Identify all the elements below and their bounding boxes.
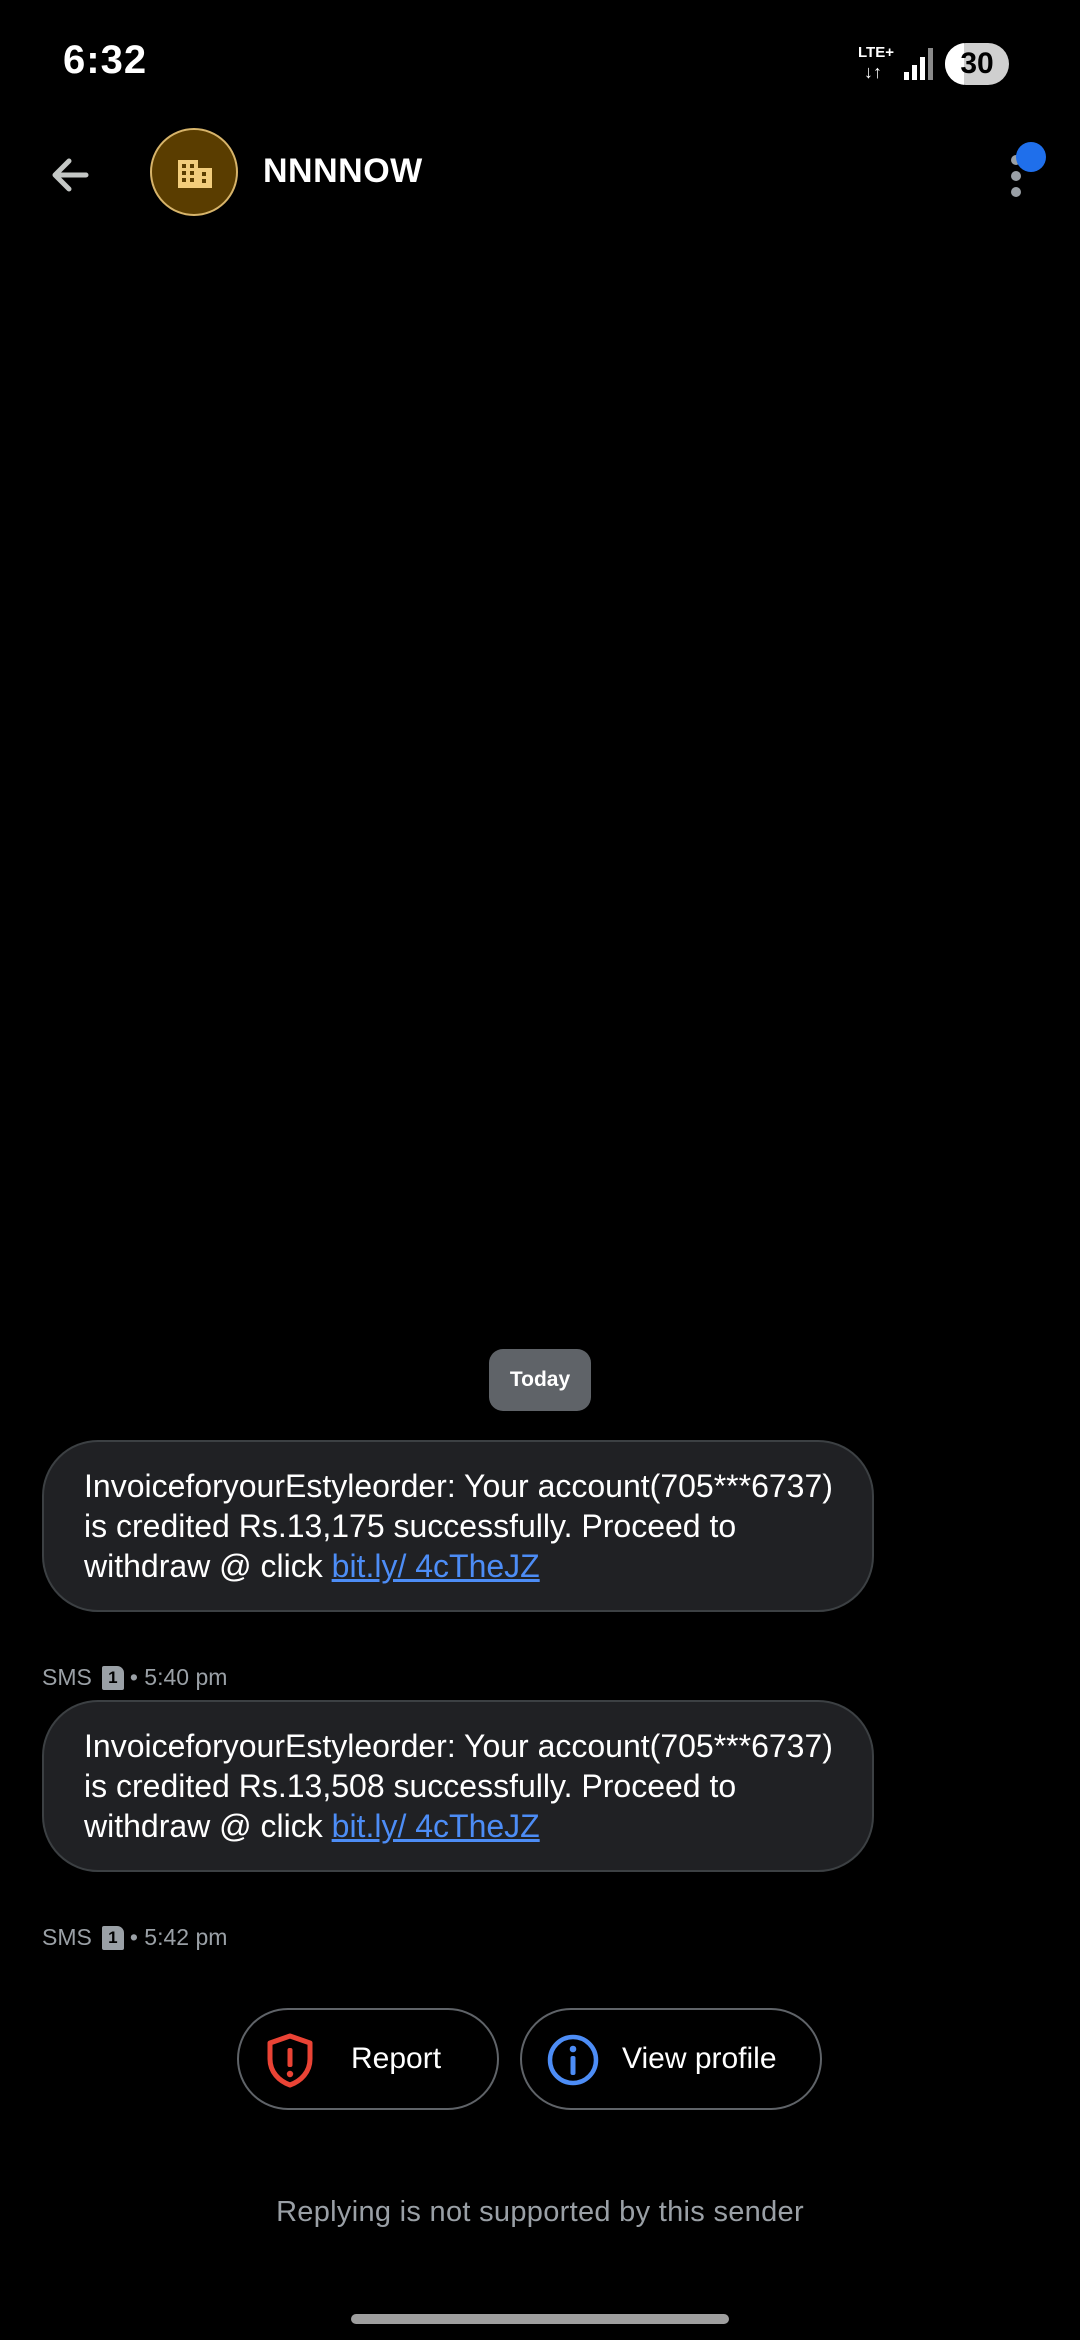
conversation-header: NNNNOW — [0, 120, 1080, 230]
message-meta: SMS 1 • 5:42 pm — [42, 1922, 227, 1952]
message-channel: SMS — [42, 1924, 92, 1950]
network-type-label: LTE+ — [858, 44, 894, 61]
notification-dot — [1016, 142, 1046, 172]
battery-icon: 30 — [945, 43, 1009, 85]
message-time: • 5:40 pm — [129, 1664, 228, 1690]
battery-percentage: 30 — [960, 47, 994, 80]
date-divider: Today — [489, 1349, 591, 1411]
message-bubble[interactable]: InvoiceforyourEstyleorder: Your account(… — [42, 1700, 874, 1872]
avatar[interactable] — [150, 128, 238, 216]
view-profile-button[interactable]: View profile — [520, 2008, 822, 2110]
report-button[interactable]: Report — [237, 2008, 499, 2110]
reply-not-supported-note: Replying is not supported by this sender — [276, 2196, 804, 2228]
arrow-left-icon — [52, 158, 89, 192]
info-icon — [547, 2034, 599, 2086]
message-meta: SMS 1 • 5:40 pm — [42, 1662, 227, 1692]
message-link[interactable]: bit.ly/ 4cTheJZ — [332, 1548, 540, 1584]
shield-alert-icon — [267, 2033, 313, 2088]
home-indicator[interactable] — [351, 2314, 729, 2324]
signal-strength-icon — [904, 48, 933, 80]
message-channel: SMS — [42, 1664, 92, 1690]
contact-name[interactable]: NNNNOW — [263, 152, 423, 191]
status-bar: 6:32 LTE+ ↓↑ 30 — [0, 0, 1080, 130]
sim-card-icon: 1 — [101, 1926, 124, 1950]
back-button[interactable] — [40, 142, 106, 208]
message-link[interactable]: bit.ly/ 4cTheJZ — [332, 1808, 540, 1844]
view-profile-label: View profile — [622, 2042, 777, 2075]
data-activity-icon: ↓↑ — [864, 62, 882, 82]
report-label: Report — [351, 2042, 442, 2075]
lte-network-indicator: LTE+ ↓↑ — [858, 44, 898, 86]
building-icon — [178, 160, 212, 188]
status-time: 6:32 — [63, 38, 148, 82]
sim-card-icon: 1 — [101, 1666, 124, 1690]
message-bubble[interactable]: InvoiceforyourEstyleorder: Your account(… — [42, 1440, 874, 1612]
message-time: • 5:42 pm — [129, 1924, 228, 1950]
